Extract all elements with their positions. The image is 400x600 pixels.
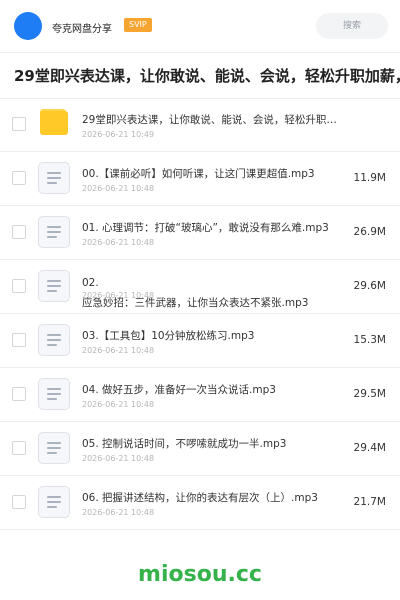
file-size: 29.4M [353, 442, 386, 454]
file-size: 15.3M [353, 334, 386, 346]
document-icon [38, 324, 70, 356]
file-name: 03.【工具包】10分钟放松练习.mp3 [82, 330, 255, 342]
file-row[interactable]: 05. 控制说话时间，不啰嗦就成功一半.mp3 2026-06-21 10:48… [0, 422, 400, 476]
file-size: 29.6M [353, 280, 386, 292]
folder-icon [38, 108, 70, 140]
file-date: 2026-06-21 10:48 [82, 454, 155, 463]
file-date: 2026-06-21 10:48 [82, 400, 155, 409]
row-checkbox[interactable] [12, 333, 26, 347]
file-name-continued: 应急妙招：三件武器，让你当众表达不紧张.mp3 [82, 297, 309, 309]
document-icon [38, 432, 70, 464]
file-name: 29堂即兴表达课，让你敢说、能说、会说，轻松升职加薪， [82, 114, 347, 126]
file-row[interactable]: 03.【工具包】10分钟放松练习.mp3 2026-06-21 10:48 15… [0, 314, 400, 368]
file-size: 29.5M [353, 388, 386, 400]
row-checkbox[interactable] [12, 387, 26, 401]
file-size: 11.9M [353, 172, 386, 184]
document-icon [38, 216, 70, 248]
file-name: 01. 心理调节：打破“玻璃心”，敢说没有那么难.mp3 [82, 222, 329, 234]
row-checkbox[interactable] [12, 441, 26, 455]
svip-badge: SVIP [124, 18, 152, 32]
file-date: 2026-06-21 10:48 [82, 346, 155, 355]
share-title-bar: 29堂即兴表达课，让你敢说、能说、会说，轻松升职加薪， [0, 52, 400, 99]
watermark: miosou.cc [138, 562, 262, 587]
file-date: 2026-06-21 10:48 [82, 508, 155, 517]
document-icon [38, 270, 70, 302]
file-date: 2026-06-21 10:48 [82, 184, 155, 193]
row-checkbox[interactable] [12, 495, 26, 509]
file-row[interactable]: 29堂即兴表达课，让你敢说、能说、会说，轻松升职加薪， 2026-06-21 1… [0, 98, 400, 152]
file-row[interactable]: 04. 做好五步，准备好一次当众说话.mp3 2026-06-21 10:48 … [0, 368, 400, 422]
row-checkbox[interactable] [12, 279, 26, 293]
file-row[interactable]: 01. 心理调节：打破“玻璃心”，敢说没有那么难.mp3 2026-06-21 … [0, 206, 400, 260]
site-name: 夸克网盘分享 [52, 24, 112, 35]
file-name: 06. 把握讲述结构，让你的表达有层次（上）.mp3 [82, 492, 318, 504]
avatar[interactable] [14, 12, 42, 40]
file-name: 00.【课前必听】如何听课，让这门课更超值.mp3 [82, 168, 315, 180]
page-title: 29堂即兴表达课，让你敢说、能说、会说，轻松升职加薪， [14, 67, 400, 85]
file-date: 2026-06-21 10:49 [82, 130, 155, 139]
document-icon [38, 486, 70, 518]
file-name: 04. 做好五步，准备好一次当众说话.mp3 [82, 384, 276, 396]
file-size: 21.7M [353, 496, 386, 508]
search-button[interactable]: 搜索 [316, 13, 388, 39]
row-checkbox[interactable] [12, 225, 26, 239]
file-size: 26.9M [353, 226, 386, 238]
row-checkbox[interactable] [12, 117, 26, 131]
document-icon [38, 378, 70, 410]
top-bar: 夸克网盘分享 SVIP 搜索 [0, 0, 400, 52]
file-name: 02. [82, 277, 99, 289]
document-icon [38, 162, 70, 194]
file-name: 05. 控制说话时间，不啰嗦就成功一半.mp3 [82, 438, 287, 450]
file-date: 2026-06-21 10:48 [82, 238, 155, 247]
file-row[interactable]: 00.【课前必听】如何听课，让这门课更超值.mp3 2026-06-21 10:… [0, 152, 400, 206]
file-row[interactable]: 02. 2026-06-21 10:48 应急妙招：三件武器，让你当众表达不紧张… [0, 260, 400, 314]
row-checkbox[interactable] [12, 171, 26, 185]
file-list: 29堂即兴表达课，让你敢说、能说、会说，轻松升职加薪， 2026-06-21 1… [0, 98, 400, 530]
file-row[interactable]: 06. 把握讲述结构，让你的表达有层次（上）.mp3 2026-06-21 10… [0, 476, 400, 530]
